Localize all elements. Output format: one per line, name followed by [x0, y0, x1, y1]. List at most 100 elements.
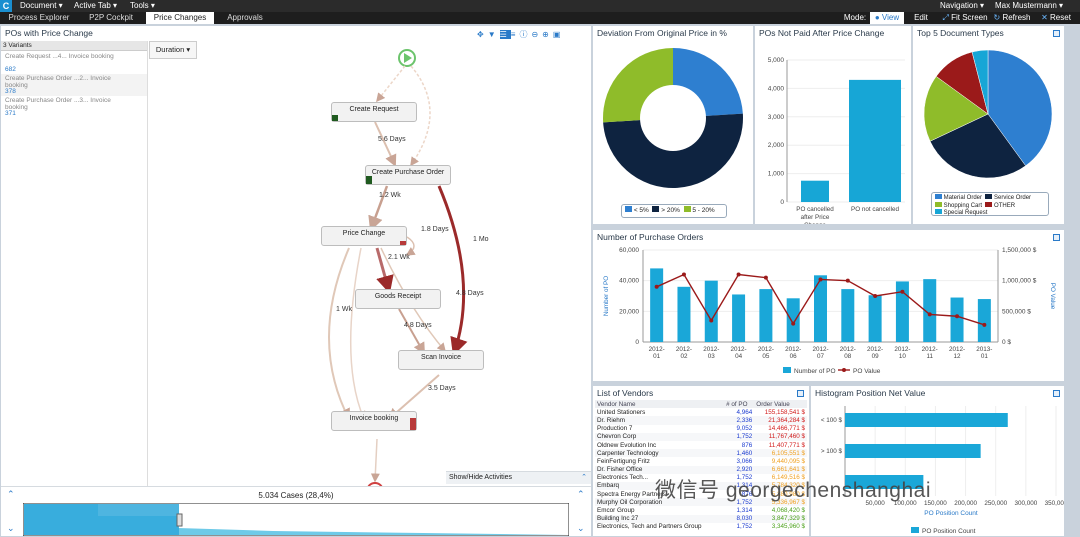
activity-goods-receipt[interactable]: Goods Receipt [355, 289, 441, 309]
y-tick-label: 1,000 [768, 171, 785, 178]
vendor-order-value: 3,847,329 $ [771, 515, 805, 523]
activity-scan-invoice[interactable]: Scan Invoice [398, 350, 484, 370]
menu-tools[interactable]: Tools ▾ [130, 0, 155, 12]
x-tick-label: 2012- [922, 346, 938, 353]
vendor-po-count: 9,052 [736, 425, 753, 433]
x-tick-label: 2012- [731, 346, 747, 353]
tab-approvals[interactable]: Approvals [216, 12, 274, 24]
reset-button[interactable]: ✕ Reset [1036, 12, 1076, 24]
activity-create-request[interactable]: Create Request [331, 102, 417, 122]
legend-swatch [911, 527, 919, 533]
save-icon[interactable]: ▣ [553, 30, 565, 39]
legend-label: Service Order [994, 195, 1032, 201]
chevron-down-icon[interactable]: ⌄ [7, 523, 15, 534]
mode-edit-button[interactable]: Edit [908, 12, 934, 24]
y-tick-label: 0 [635, 339, 639, 346]
table-row[interactable]: Carpenter Technology 1,460 6,105,551 $ [595, 449, 807, 458]
chevron-up-icon[interactable]: ⌃ [7, 489, 15, 500]
activity-invoice-booking[interactable]: Invoice booking [331, 411, 417, 431]
edge-label: 1.8 Days [421, 226, 449, 233]
deviation-donut-chart [603, 48, 743, 188]
filter-icon[interactable]: ▼ [488, 30, 500, 39]
vendor-order-value: 6,105,551 $ [771, 449, 805, 457]
bar [849, 79, 901, 202]
variant-item[interactable]: Create Purchase Order ...2... Invoice bo… [1, 74, 147, 96]
col-vendor[interactable]: Vendor Name [595, 400, 724, 408]
fit-screen-button[interactable]: ⤢ Fit Screen [942, 12, 988, 24]
vendor-name: Electronics, Tech and Partners Group [597, 523, 702, 531]
show-hide-activities[interactable]: Show/Hide Activities ⌃ [446, 471, 591, 484]
x-tick-label: after Price [801, 214, 830, 221]
menu-active-tab[interactable]: Active Tab ▾ [74, 0, 117, 12]
save-icon[interactable] [1053, 30, 1060, 37]
x-tick-label: 2012- [867, 346, 883, 353]
activity-label: Price Change [342, 230, 386, 237]
legend-label: Shopping Cart [943, 202, 983, 209]
user-menu[interactable]: Max Mustermann ▾ [995, 0, 1063, 12]
variants-count: 3 Variants [3, 42, 32, 49]
table-row[interactable]: Production 7 9,052 14,466,771 $ [595, 425, 807, 433]
vendor-po-count: 1,314 [736, 507, 753, 515]
legend-label: Number of PO [794, 368, 836, 375]
table-row[interactable]: United Stationers 4,964 155,158,541 $ [595, 408, 807, 416]
y-tick-label: 3,000 [768, 114, 785, 121]
notpaid-title: POs Not Paid After Price Change [759, 28, 885, 38]
table-row[interactable]: Oldnew Evolution Inc 876 11,407,771 $ [595, 441, 807, 449]
refresh-icon: ↻ [993, 13, 1001, 22]
po-value-point [763, 275, 768, 280]
col-value[interactable]: Order Value [754, 400, 807, 408]
col-po[interactable]: # of PO [724, 400, 754, 408]
x-tick-label: 200,000 [954, 500, 977, 507]
layout-icon[interactable]: ☰ [499, 30, 511, 39]
chevron-up-icon[interactable]: ⌃ [577, 489, 585, 500]
table-row[interactable]: Dr. Riehm 2,336 21,364,284 $ [595, 416, 807, 425]
activity-price-change[interactable]: Price Change [321, 226, 407, 246]
vendor-name: Oldnew Evolution Inc [597, 441, 657, 449]
chevron-down-icon[interactable]: ⌄ [577, 523, 585, 534]
tab-p2p-cockpit[interactable]: P2P Cockpit [78, 12, 144, 24]
save-icon[interactable] [797, 390, 804, 397]
po-value-point [818, 277, 823, 282]
bar [845, 444, 981, 458]
activity-create-purchase-order[interactable]: Create Purchase Order [365, 165, 451, 185]
bar [786, 298, 800, 342]
range-slider-handle[interactable] [176, 513, 183, 527]
table-row[interactable]: Dr. Fisher Office 2,920 6,661,641 $ [595, 465, 807, 474]
table-row[interactable]: FeinFertigung Fritz 3,066 9,440,095 $ [595, 457, 807, 465]
tab-price-changes[interactable]: Price Changes [146, 12, 214, 24]
x-tick-label: 10 [899, 353, 907, 360]
vendor-name: Dr. Fisher Office [597, 466, 643, 474]
save-icon[interactable] [1053, 390, 1060, 397]
edge-label: 5.6 Days [378, 136, 406, 143]
vendor-name: Chevron Corp [597, 433, 637, 441]
mode-view-button[interactable]: ● View [870, 12, 904, 24]
info-icon[interactable]: ⓘ [519, 30, 531, 39]
vendor-po-count: 876 [741, 441, 753, 449]
variant-item[interactable]: Create Request ...4... Invoice booking 6… [1, 52, 147, 74]
table-row[interactable]: Chevron Corp 1,752 11,767,460 $ [595, 432, 807, 441]
menu-document[interactable]: Document ▾ [20, 0, 63, 12]
divider [147, 41, 148, 486]
vendor-po-count: 2,336 [736, 416, 753, 424]
vendor-order-value: 4,068,420 $ [771, 507, 805, 515]
vendor-order-value: 6,661,641 $ [771, 466, 805, 474]
y-tick-label: < 100 $ [821, 417, 843, 424]
y-tick-label: 5,000 [768, 57, 785, 64]
zoom-in-icon[interactable]: ⊕ [542, 30, 553, 39]
table-row[interactable]: Electronics, Tech and Partners Group 1,75… [595, 523, 807, 531]
tab-process-explorer[interactable]: Process Explorer [6, 12, 72, 24]
variant-item[interactable]: Create Purchase Order ...3... Invoice bo… [1, 96, 147, 118]
x-tick-label: 12 [954, 353, 962, 360]
table-row[interactable]: Building Inc 27 8,030 3,847,329 $ [595, 514, 807, 523]
deviation-title: Deviation From Original Price in % [597, 28, 727, 38]
save-icon[interactable] [1053, 234, 1060, 241]
table-row[interactable]: Emcor Group 1,314 4,068,420 $ [595, 506, 807, 514]
y-axis-label: Number of PO [603, 276, 610, 316]
refresh-button[interactable]: ↻ Refresh [992, 12, 1032, 24]
vendor-po-count: 1,752 [736, 433, 753, 441]
activity-label: Create Request [349, 106, 399, 113]
move-icon[interactable]: ✥ [477, 30, 488, 39]
menu-navigation[interactable]: Navigation ▾ [940, 0, 984, 12]
variant-label: Create Purchase Order ...2... Invoice bo… [5, 75, 111, 89]
zoom-out-icon[interactable]: ⊖ [531, 30, 542, 39]
